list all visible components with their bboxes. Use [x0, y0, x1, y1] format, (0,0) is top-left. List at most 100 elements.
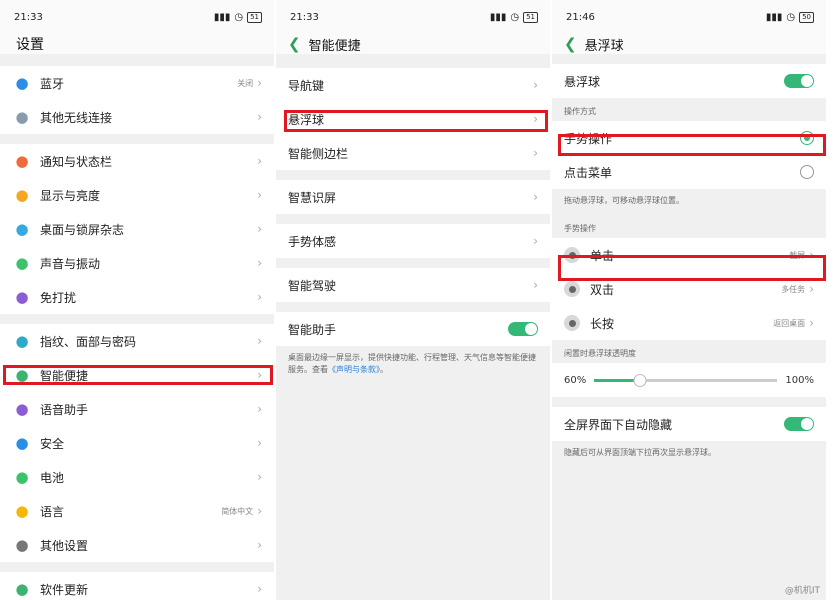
smart-item[interactable]: 悬浮球 › — [276, 102, 550, 136]
opacity-slider[interactable] — [594, 373, 778, 387]
chevron-right-icon: › — [533, 278, 538, 292]
autohide-toggle[interactable] — [784, 417, 814, 431]
back-arrow-icon[interactable]: ❮ — [288, 35, 301, 53]
settings-item[interactable]: ● 语音助手 › — [0, 392, 274, 426]
settings-item[interactable]: ● 指纹、面部与密码 › — [0, 324, 274, 358]
terms-link[interactable]: 《声明与条款》 — [328, 365, 380, 374]
floatball-toggle-row[interactable]: 悬浮球 — [552, 64, 826, 98]
opacity-min: 60% — [564, 374, 587, 386]
settings-item[interactable]: ● 其他设置 › — [0, 528, 274, 562]
settings-item[interactable]: ● 桌面与锁屏杂志 › — [0, 212, 274, 246]
gesture-section-title: 手势操作 — [552, 215, 826, 238]
chevron-right-icon: › — [257, 188, 262, 202]
chevron-right-icon: › — [257, 538, 262, 552]
more-dots-icon: ● — [15, 108, 29, 126]
settings-list: ● 蓝牙 关闭 › ● 其他无线连接 › ● 通知与状态栏 › ● 显示与亮度 › ● 桌面与锁屏杂志 › ● 声… — [0, 66, 274, 600]
chevron-right-icon: › — [257, 470, 262, 484]
shield-icon: ● — [15, 434, 29, 452]
mode-menu-row[interactable]: 点击菜单 — [552, 155, 826, 189]
chevron-right-icon: › — [257, 256, 262, 270]
autohide-card: 全屏界面下自动隐藏 — [552, 407, 826, 441]
gesture-long-row[interactable]: 长按 返回桌面 › — [552, 306, 826, 340]
settings-item[interactable]: ● 显示与亮度 › — [0, 178, 274, 212]
smart-list: 导航键 › 悬浮球 › 智能侧边栏 › 智慧识屏 › 手势体感 › 智能驾驶 › — [276, 68, 550, 302]
floatball-panel: 21:46 ▮▮▮ ◷ 50 ❮ 悬浮球 悬浮球 操作方式 手势操作 点击菜单 — [552, 0, 828, 600]
settings-item[interactable]: ● 其他无线连接 › — [0, 100, 274, 134]
clock-icon: ◷ — [234, 11, 244, 23]
settings-item[interactable]: ● 电池 › — [0, 460, 274, 494]
page-header: ❮ 智能便捷 — [276, 34, 550, 54]
settings-item[interactable]: ● 智能便捷 › — [0, 358, 274, 392]
notification-icon: ● — [15, 152, 29, 170]
wallpaper-icon: ● — [15, 220, 29, 238]
settings-group: ● 指纹、面部与密码 › ● 智能便捷 › ● 语音助手 › ● 安全 › ● 电池 › ● 语言 简体中文 › ● 其… — [0, 324, 274, 562]
smart-group: 手势体感 › — [276, 224, 550, 258]
chevron-right-icon: › — [809, 316, 814, 330]
settings-panel: 21:33 ▮▮▮ ◷ 51 设置 ● 蓝牙 关闭 › ● 其他无线连接 › ● 通知与状态栏 ›… — [0, 0, 276, 600]
mode-list: 手势操作 点击菜单 — [552, 121, 826, 189]
status-time: 21:33 — [290, 11, 319, 23]
mode-gesture-row[interactable]: 手势操作 — [552, 121, 826, 155]
brightness-icon: ● — [15, 186, 29, 204]
chevron-right-icon: › — [257, 290, 262, 304]
moon-icon: ● — [15, 288, 29, 306]
chevron-right-icon: › — [533, 112, 538, 126]
opacity-section-title: 闲置时悬浮球透明度 — [552, 340, 826, 363]
chevron-right-icon: › — [257, 368, 262, 382]
settings-item[interactable]: ● 安全 › — [0, 426, 274, 460]
settings-item[interactable]: ● 软件更新 › — [0, 572, 274, 600]
assistant-toggle[interactable] — [508, 322, 538, 336]
chevron-right-icon: › — [257, 436, 262, 450]
page-title: 智能便捷 — [308, 38, 361, 54]
floatball-icon — [564, 315, 580, 331]
sound-icon: ● — [15, 254, 29, 272]
autohide-note: 隐藏后可从界面顶端下拉再次显示悬浮球。 — [552, 441, 826, 467]
floatball-toggle[interactable] — [784, 74, 814, 88]
settings-group: ● 软件更新 › — [0, 572, 274, 600]
assistant-row[interactable]: 智能助手 — [276, 312, 550, 346]
smart-item[interactable]: 手势体感 › — [276, 224, 550, 258]
smart-panel: 21:33 ▮▮▮ ◷ 51 ❮ 智能便捷 导航键 › 悬浮球 › 智能侧边栏 › 智慧识屏… — [276, 0, 552, 600]
gesture-double-row[interactable]: 双击 多任务 › — [552, 272, 826, 306]
back-arrow-icon[interactable]: ❮ — [564, 35, 577, 53]
smart-group: 智能驾驶 › — [276, 268, 550, 302]
status-bar: 21:46 ▮▮▮ ◷ 50 — [552, 0, 826, 34]
signal-icon: ▮▮▮ — [213, 11, 231, 23]
settings-item[interactable]: ● 免打扰 › — [0, 280, 274, 314]
chevron-right-icon: › — [533, 146, 538, 160]
smart-item[interactable]: 智慧识屏 › — [276, 180, 550, 214]
chevron-right-icon: › — [809, 282, 814, 296]
voice-icon: ● — [15, 400, 29, 418]
chevron-right-icon: › — [809, 248, 814, 262]
gesture-tap-row[interactable]: 单击 截屏 › — [552, 238, 826, 272]
settings-item[interactable]: ● 语言 简体中文 › — [0, 494, 274, 528]
chevron-right-icon: › — [257, 504, 262, 518]
status-time: 21:46 — [566, 11, 595, 23]
chevron-right-icon: › — [257, 402, 262, 416]
chevron-right-icon: › — [257, 582, 262, 596]
gesture-list: 单击 截屏 › 双击 多任务 › 长按 返回桌面 › — [552, 238, 826, 340]
update-icon: ● — [15, 580, 29, 598]
floatball-icon — [564, 247, 580, 263]
settings-group: ● 通知与状态栏 › ● 显示与亮度 › ● 桌面与锁屏杂志 › ● 声音与振动 › ● 免打扰 › — [0, 144, 274, 314]
autohide-row[interactable]: 全屏界面下自动隐藏 — [552, 407, 826, 441]
page-header: ❮ 悬浮球 — [552, 34, 826, 54]
smart-item[interactable]: 导航键 › — [276, 68, 550, 102]
opacity-slider-row: 60% 100% — [552, 363, 826, 397]
smart-group: 导航键 › 悬浮球 › 智能侧边栏 › — [276, 68, 550, 170]
smart-icon: ● — [15, 366, 29, 384]
smart-item[interactable]: 智能侧边栏 › — [276, 136, 550, 170]
mode-menu-radio[interactable] — [800, 165, 814, 179]
settings-item[interactable]: ● 声音与振动 › — [0, 246, 274, 280]
chevron-right-icon: › — [257, 76, 262, 90]
settings-item[interactable]: ● 通知与状态栏 › — [0, 144, 274, 178]
chevron-right-icon: › — [257, 334, 262, 348]
chevron-right-icon: › — [533, 190, 538, 204]
assistant-card: 智能助手 — [276, 312, 550, 346]
chevron-right-icon: › — [257, 110, 262, 124]
mode-gesture-radio[interactable] — [800, 131, 814, 145]
smart-item[interactable]: 智能驾驶 › — [276, 268, 550, 302]
settings-item[interactable]: ● 蓝牙 关闭 › — [0, 66, 274, 100]
clock-icon: ◷ — [510, 11, 520, 23]
opacity-knob[interactable] — [633, 373, 647, 387]
